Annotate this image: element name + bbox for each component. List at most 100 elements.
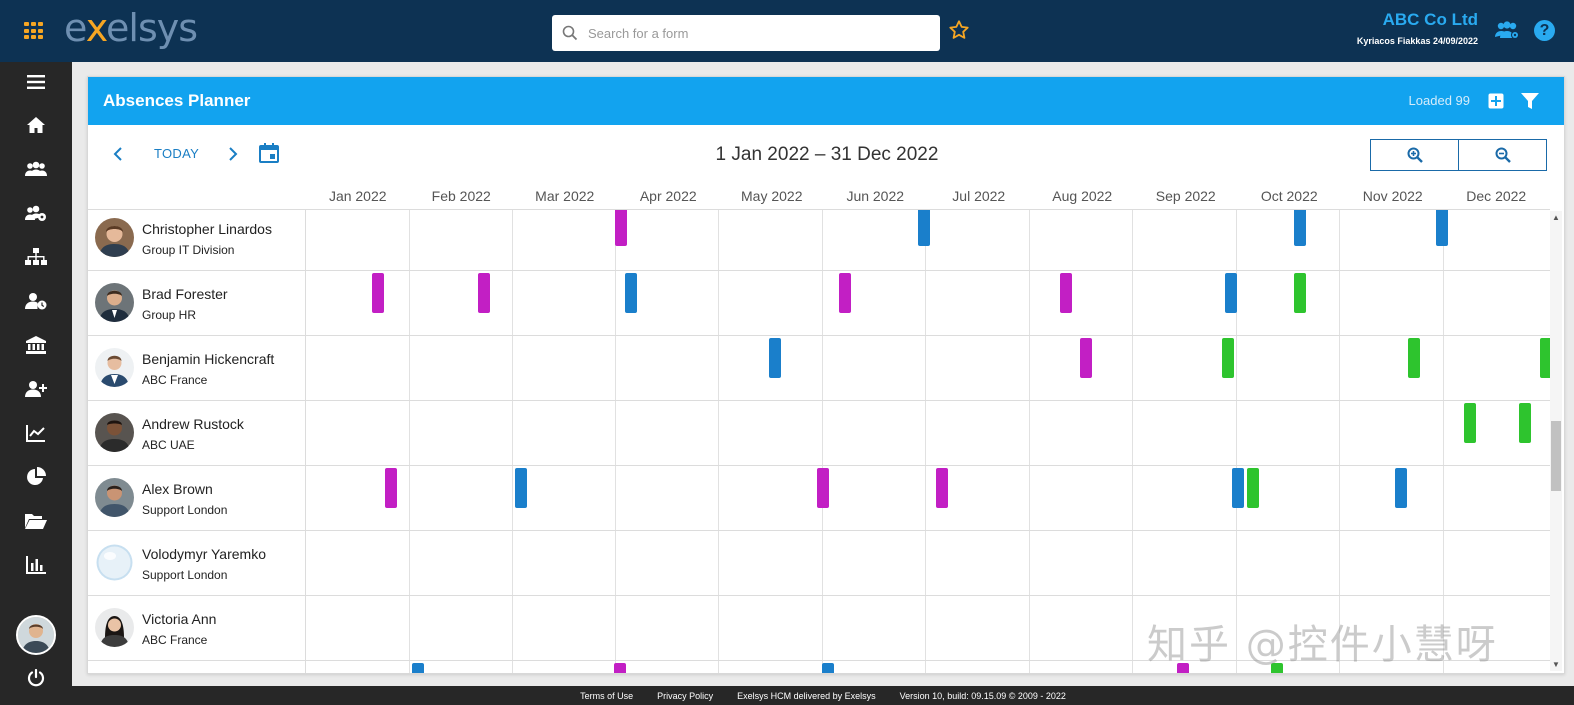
folder-open-icon[interactable] xyxy=(24,509,48,533)
absence-bar[interactable] xyxy=(817,468,829,508)
employee-cell[interactable]: Volodymyr Yaremko Support London xyxy=(88,531,306,596)
employee-name[interactable]: Volodymyr Yaremko xyxy=(142,546,266,562)
top-bar: exelsys ABC Co Ltd Kyriacos Fiakkas 24/0… xyxy=(0,0,1574,62)
absence-bar[interactable] xyxy=(614,663,626,673)
employee-row[interactable]: Andrew Rustock ABC UAE xyxy=(88,401,1550,466)
absence-bar[interactable] xyxy=(1222,338,1234,378)
app: exelsys ABC Co Ltd Kyriacos Fiakkas 24/0… xyxy=(0,0,1574,705)
add-icon[interactable] xyxy=(1486,91,1506,111)
home-icon[interactable] xyxy=(24,113,48,137)
absence-bar[interactable] xyxy=(822,663,834,673)
absence-bar[interactable] xyxy=(769,338,781,378)
employee-row[interactable]: Volodymyr Yaremko Support London xyxy=(88,531,1550,596)
zoom-out-icon xyxy=(1495,147,1511,163)
employee-name[interactable]: Andrew Rustock xyxy=(142,416,244,432)
user-avatar[interactable] xyxy=(16,615,56,655)
month-label: Dec 2022 xyxy=(1466,188,1527,204)
absence-bar[interactable] xyxy=(1294,210,1306,246)
bar-chart-icon[interactable] xyxy=(24,553,48,577)
version-text: Version 10, build: 09.15.09 © 2009 - 202… xyxy=(899,690,1066,701)
search-icon xyxy=(552,15,588,51)
absence-bar[interactable] xyxy=(1408,338,1420,378)
zoom-out-button[interactable] xyxy=(1459,140,1546,170)
line-chart-icon[interactable] xyxy=(24,421,48,445)
absence-bar[interactable] xyxy=(1540,338,1550,378)
absence-bar[interactable] xyxy=(918,210,930,246)
favorite-star-icon[interactable] xyxy=(948,19,970,46)
absence-bar[interactable] xyxy=(1464,403,1476,443)
filter-icon[interactable] xyxy=(1520,91,1540,111)
employee-cell[interactable]: Andrew Rustock ABC UAE xyxy=(88,401,306,466)
employee-cell[interactable]: Alex Brown Support London xyxy=(88,466,306,531)
employee-dept: Support London xyxy=(142,503,228,517)
employee-name[interactable]: Benjamin Hickencraft xyxy=(142,351,274,367)
absence-bar[interactable] xyxy=(1080,338,1092,378)
loaded-count: Loaded 99 xyxy=(1408,93,1470,108)
power-icon[interactable] xyxy=(24,666,48,690)
search-input[interactable] xyxy=(588,25,918,41)
employee-cell[interactable]: Victoria Ann ABC France xyxy=(88,596,306,661)
avatar xyxy=(95,608,134,647)
absence-bar[interactable] xyxy=(412,663,424,673)
absence-bar[interactable] xyxy=(1436,210,1448,246)
absence-bar[interactable] xyxy=(385,468,397,508)
avatar xyxy=(95,413,134,452)
absence-bar[interactable] xyxy=(1294,273,1306,313)
avatar xyxy=(95,478,134,517)
absence-bar[interactable] xyxy=(1232,468,1244,508)
employee-cell[interactable]: Benjamin Hickencraft ABC France xyxy=(88,336,306,401)
menu-icon[interactable] xyxy=(24,70,48,94)
absence-bar[interactable] xyxy=(839,273,851,313)
absence-bar[interactable] xyxy=(515,468,527,508)
month-label: Nov 2022 xyxy=(1362,188,1423,204)
avatar xyxy=(95,218,134,257)
avatar xyxy=(95,348,134,387)
absence-bar[interactable] xyxy=(625,273,637,313)
absence-bar[interactable] xyxy=(615,210,627,246)
users-icon[interactable] xyxy=(24,157,48,181)
employee-cell[interactable] xyxy=(88,661,306,673)
employee-row[interactable]: Brad Forester Group HR xyxy=(88,271,1550,336)
org-chart-icon[interactable] xyxy=(24,245,48,269)
employee-row[interactable]: Benjamin Hickencraft ABC France xyxy=(88,336,1550,401)
user-plus-icon[interactable] xyxy=(24,377,48,401)
users-settings-icon[interactable] xyxy=(1494,20,1520,45)
pie-chart-icon[interactable] xyxy=(24,465,48,489)
absence-bar[interactable] xyxy=(1519,403,1531,443)
vertical-scrollbar[interactable]: ▲ ▼ xyxy=(1550,211,1562,671)
privacy-link[interactable]: Privacy Policy xyxy=(657,691,713,701)
exelsys-logo[interactable]: exelsys xyxy=(64,6,198,50)
sidebar xyxy=(0,62,72,705)
absence-bar[interactable] xyxy=(1060,273,1072,313)
month-label: Apr 2022 xyxy=(639,188,697,204)
scroll-up-icon[interactable]: ▲ xyxy=(1552,213,1560,222)
users-settings-icon[interactable] xyxy=(24,201,48,225)
absence-bar[interactable] xyxy=(1247,468,1259,508)
employee-name[interactable]: Christopher Linardos xyxy=(142,221,272,237)
employee-row[interactable]: Alex Brown Support London xyxy=(88,466,1550,531)
zoom-in-button[interactable] xyxy=(1371,140,1459,170)
employee-cell[interactable]: Brad Forester Group HR xyxy=(88,271,306,336)
employee-cell[interactable]: Christopher Linardos Group IT Division xyxy=(88,210,306,271)
employee-name[interactable]: Alex Brown xyxy=(142,481,213,497)
user-clock-icon[interactable] xyxy=(24,289,48,313)
scroll-thumb[interactable] xyxy=(1551,421,1561,491)
planner-toolbar: TODAY 1 Jan 2022 – 31 Dec 2022 xyxy=(88,125,1564,185)
help-icon[interactable]: ? xyxy=(1534,20,1555,41)
scroll-down-icon[interactable]: ▼ xyxy=(1552,660,1560,669)
absence-bar[interactable] xyxy=(1395,468,1407,508)
search-box[interactable] xyxy=(552,15,940,51)
absence-bar[interactable] xyxy=(478,273,490,313)
company-info: ABC Co Ltd Kyriacos Fiakkas 24/09/2022 xyxy=(1357,10,1478,46)
month-header: Jan 2022 Feb 2022 Mar 2022 Apr 2022 May … xyxy=(88,185,1566,209)
absence-bar[interactable] xyxy=(372,273,384,313)
employee-name[interactable]: Victoria Ann xyxy=(142,611,216,627)
apps-grid-icon[interactable] xyxy=(24,22,44,40)
employee-row[interactable]: Christopher Linardos Group IT Division xyxy=(88,210,1550,271)
employee-name[interactable]: Brad Forester xyxy=(142,286,228,302)
bank-icon[interactable] xyxy=(24,333,48,357)
company-name[interactable]: ABC Co Ltd xyxy=(1357,10,1478,30)
terms-link[interactable]: Terms of Use xyxy=(580,691,633,701)
absence-bar[interactable] xyxy=(936,468,948,508)
absence-bar[interactable] xyxy=(1225,273,1237,313)
